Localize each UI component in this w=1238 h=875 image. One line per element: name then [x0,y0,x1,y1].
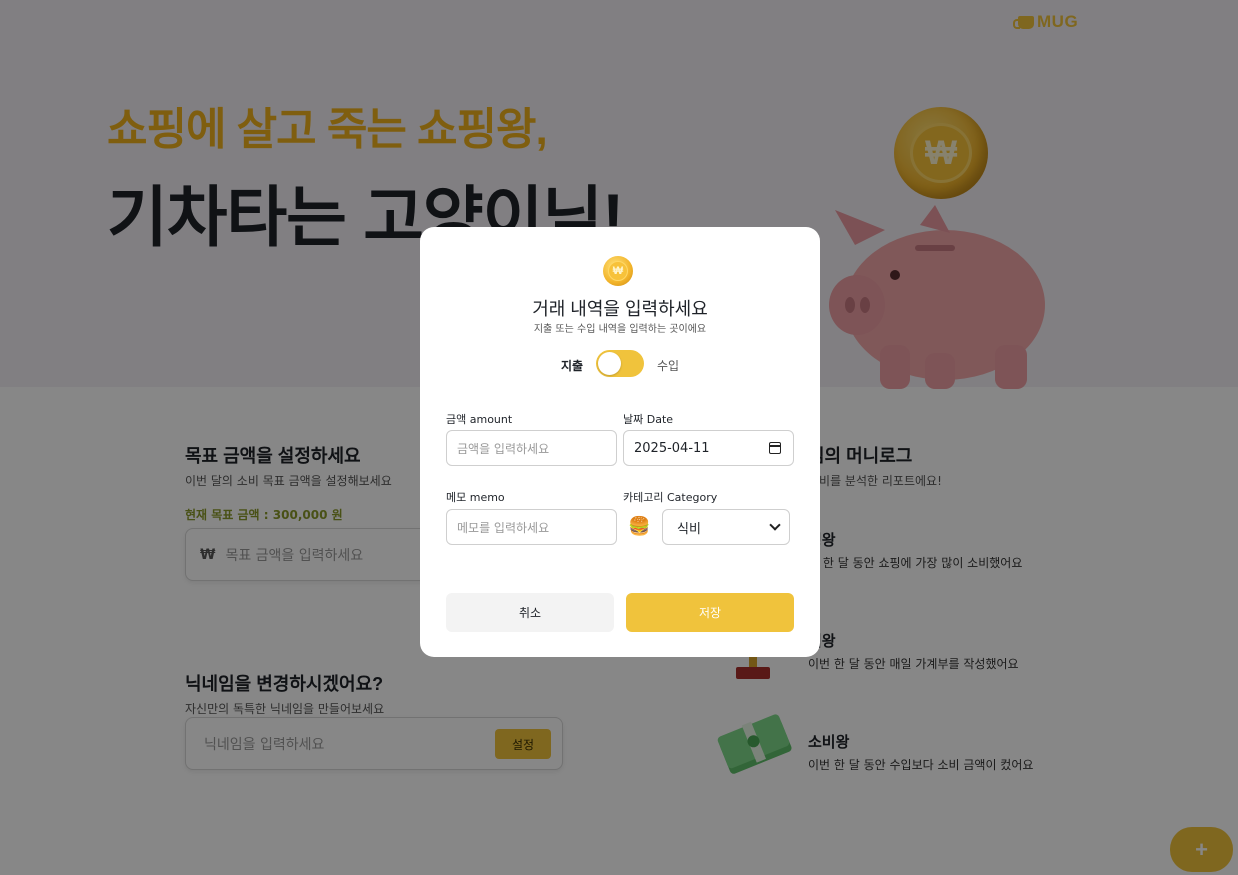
category-select[interactable]: 식비 [662,509,790,545]
type-toggle-row: 지출 수입 [420,350,820,378]
date-value: 2025-04-11 [634,440,710,456]
memo-label: 메모 memo [446,491,505,504]
expense-income-toggle[interactable] [596,350,644,377]
calendar-icon[interactable] [769,442,781,454]
burger-icon: 🍔 [628,516,651,537]
memo-input[interactable]: 메모를 입력하세요 [446,509,617,545]
transaction-modal: ₩ 거래 내역을 입력하세요 지출 또는 수입 내역을 입력하는 곳이에요 지출… [420,227,820,657]
toggle-knob [598,352,621,375]
coin-icon: ₩ [603,256,633,286]
toggle-income-label: 수입 [657,359,680,373]
date-input[interactable]: 2025-04-11 [623,430,794,466]
amount-placeholder: 금액을 입력하세요 [457,441,550,456]
category-label: 카테고리 Category [623,491,718,504]
amount-input[interactable]: 금액을 입력하세요 [446,430,617,466]
modal-subtitle: 지출 또는 수입 내역을 입력하는 곳이에요 [533,324,707,335]
toggle-expense-label: 지출 [561,359,584,373]
save-button[interactable]: 저장 [626,593,794,632]
date-label: 날짜 Date [623,413,674,426]
chevron-down-icon [769,519,781,531]
won-symbol: ₩ [608,261,628,281]
category-value: 식비 [677,521,701,537]
modal-title: 거래 내역을 입력하세요 [532,299,708,319]
memo-placeholder: 메모를 입력하세요 [457,520,550,535]
amount-label: 금액 amount [446,413,513,426]
cancel-button[interactable]: 취소 [446,593,614,632]
